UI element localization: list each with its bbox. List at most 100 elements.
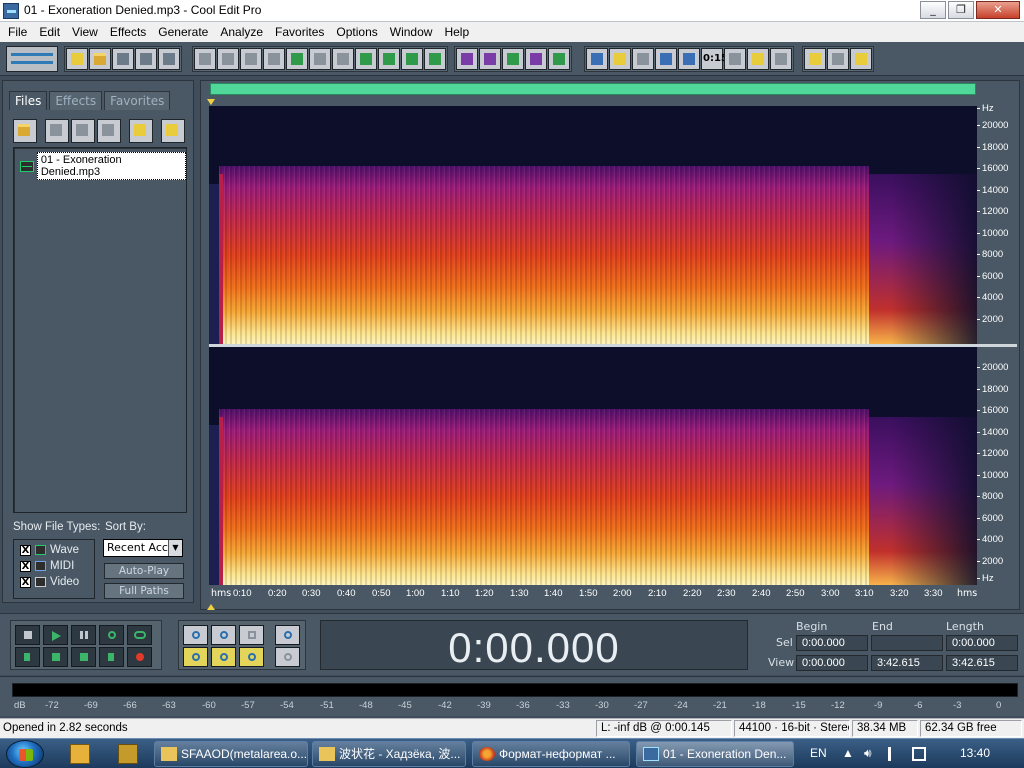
tab-effects[interactable]: Effects: [49, 91, 103, 110]
menu-help[interactable]: Help: [438, 22, 475, 42]
redo-button[interactable]: [217, 48, 239, 70]
open-file-button[interactable]: [89, 48, 111, 70]
marker-button[interactable]: [479, 48, 501, 70]
sel-end-field[interactable]: [871, 635, 943, 651]
wave-checkbox[interactable]: X: [20, 544, 31, 556]
spectral-view-button[interactable]: [456, 48, 478, 70]
menu-file[interactable]: File: [2, 22, 33, 42]
play-list-button[interactable]: [632, 48, 654, 70]
organizer-settings-button[interactable]: [129, 119, 153, 143]
midi-checkbox[interactable]: X: [20, 560, 31, 572]
play-button-toolbar[interactable]: [655, 48, 677, 70]
repeat-button[interactable]: [240, 48, 262, 70]
go-to-end-button[interactable]: [99, 647, 124, 667]
rewind-button[interactable]: [43, 647, 68, 667]
menu-window[interactable]: Window: [384, 22, 439, 42]
settings-button[interactable]: [804, 48, 826, 70]
maximize-button[interactable]: ❐: [948, 1, 974, 19]
menu-generate[interactable]: Generate: [152, 22, 214, 42]
zoom-out-vertical-button[interactable]: [275, 647, 300, 667]
copy-new-button[interactable]: [286, 48, 308, 70]
mix-paste-button[interactable]: [378, 48, 400, 70]
zoom-in-horizontal-button[interactable]: [183, 625, 208, 645]
close-file-button[interactable]: [45, 119, 69, 143]
save-button[interactable]: [112, 48, 134, 70]
paste-button[interactable]: [332, 48, 354, 70]
waveform-view-button[interactable]: [502, 48, 524, 70]
zoom-time-button[interactable]: 0:15: [701, 48, 728, 70]
list-item[interactable]: 01 - Exoneration Denied.mp3: [20, 152, 186, 180]
organizer-window-button[interactable]: [586, 48, 608, 70]
spectral-pan-button[interactable]: [525, 48, 547, 70]
pause-button[interactable]: [71, 625, 96, 645]
sel-begin-field[interactable]: 0:00.000: [796, 635, 868, 651]
flag-icon[interactable]: [888, 747, 902, 761]
left-channel-spectrum[interactable]: [209, 106, 977, 344]
level-meter-bar[interactable]: [12, 683, 1018, 697]
network-icon[interactable]: [912, 747, 926, 761]
zoom-full-button[interactable]: [239, 625, 264, 645]
close-button[interactable]: ✕: [976, 1, 1020, 19]
clock[interactable]: 13:40: [960, 746, 990, 760]
new-file-button[interactable]: [66, 48, 88, 70]
task-button-cool-edit[interactable]: 01 - Exoneration Den...: [636, 741, 794, 767]
tool-icon[interactable]: [118, 744, 138, 764]
insert-multitrack-button[interactable]: [71, 119, 95, 143]
play-button[interactable]: [43, 625, 68, 645]
insert-cd-button[interactable]: [97, 119, 121, 143]
task-button-folder-2[interactable]: 波状花 - Хадзёка, 波...: [312, 741, 466, 767]
record-button[interactable]: [127, 647, 152, 667]
scripts-button[interactable]: [827, 48, 849, 70]
view-end-field[interactable]: 3:42.615: [871, 655, 943, 671]
spectral-view[interactable]: Hz 20000 18000 16000 14000 12000 10000 8…: [200, 80, 1020, 610]
play-to-end-button[interactable]: [99, 625, 124, 645]
overview-range-bar[interactable]: [210, 83, 976, 95]
task-button-firefox[interactable]: Формат-неформат ...: [472, 741, 630, 767]
zoom-in-vertical-button[interactable]: [275, 625, 300, 645]
app-icon[interactable]: [3, 3, 19, 19]
multitrack-toggle-button[interactable]: [6, 46, 58, 72]
help-button[interactable]: [850, 48, 872, 70]
zoom-to-right-button[interactable]: [211, 647, 236, 667]
spectral-phase-button[interactable]: [548, 48, 570, 70]
zoom-selection-button[interactable]: [239, 647, 264, 667]
trim-button[interactable]: [401, 48, 423, 70]
snap-button[interactable]: [424, 48, 446, 70]
video-checkbox[interactable]: X: [20, 576, 31, 588]
view-begin-field[interactable]: 0:00.000: [796, 655, 868, 671]
menu-favorites[interactable]: Favorites: [269, 22, 330, 42]
paste-new-button[interactable]: [355, 48, 377, 70]
view-length-field[interactable]: 3:42.615: [946, 655, 1018, 671]
file-list[interactable]: 01 - Exoneration Denied.mp3: [13, 147, 187, 513]
show-hidden-icons-icon[interactable]: ▲: [842, 746, 854, 760]
fast-forward-button[interactable]: [71, 647, 96, 667]
sort-by-select[interactable]: Recent Acc ▼: [103, 539, 183, 557]
sel-length-field[interactable]: 0:00.000: [946, 635, 1018, 651]
save-as-button[interactable]: [135, 48, 157, 70]
zoom-to-left-button[interactable]: [183, 647, 208, 667]
undo-button[interactable]: [194, 48, 216, 70]
open-file-organizer-button[interactable]: [13, 119, 37, 143]
menu-edit[interactable]: Edit: [33, 22, 66, 42]
loop-button[interactable]: [127, 625, 152, 645]
go-to-start-button[interactable]: [15, 647, 40, 667]
copy-button[interactable]: [263, 48, 285, 70]
cursor-marker-bottom-icon[interactable]: [207, 604, 215, 610]
menu-view[interactable]: View: [66, 22, 104, 42]
right-channel-spectrum[interactable]: [209, 347, 977, 585]
tab-files[interactable]: Files: [9, 91, 48, 110]
volume-icon[interactable]: 🔊︎: [864, 746, 872, 761]
chevron-down-icon[interactable]: ▼: [168, 540, 182, 556]
stop-button[interactable]: [15, 625, 40, 645]
cursor-marker-top-icon[interactable]: [207, 99, 215, 105]
zoom-out-horizontal-button[interactable]: [211, 625, 236, 645]
full-paths-button[interactable]: Full Paths: [104, 583, 184, 599]
cut-button[interactable]: [309, 48, 331, 70]
organizer-help-button[interactable]: [161, 119, 185, 143]
tab-favorites[interactable]: Favorites: [104, 91, 171, 110]
language-indicator[interactable]: EN: [810, 746, 827, 760]
zoom-toolbar-button[interactable]: [678, 48, 700, 70]
save-all-button[interactable]: [158, 48, 180, 70]
task-button-folder-1[interactable]: SFAAOD(metalarea.o...: [154, 741, 308, 767]
menu-options[interactable]: Options: [330, 22, 383, 42]
